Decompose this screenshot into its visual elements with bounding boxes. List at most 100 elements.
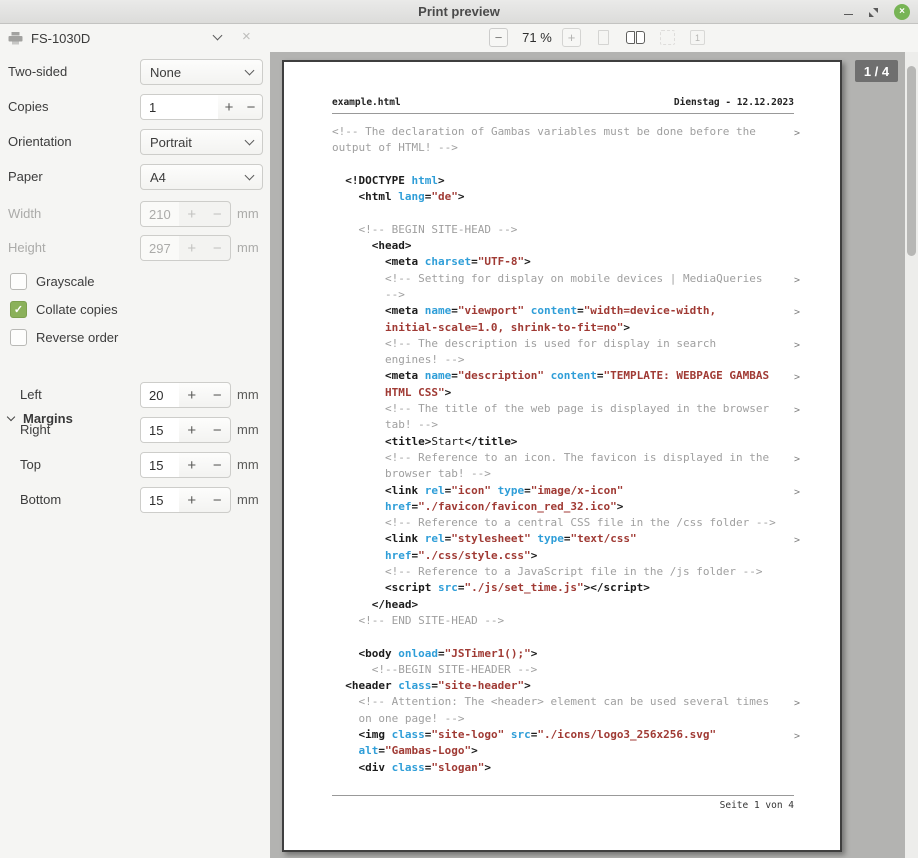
margin-bottom-input[interactable]: 15 xyxy=(141,488,179,512)
line-wrap-indicator-icon: > xyxy=(794,305,800,321)
minus-icon[interactable]: − xyxy=(205,383,231,407)
actual-size-button[interactable]: 1 xyxy=(688,28,707,47)
preview-scrollbar[interactable] xyxy=(905,52,918,858)
code-line: <!-- The description is used for display… xyxy=(332,336,794,352)
code-line: <!-- The title of the web page is displa… xyxy=(332,401,794,417)
orientation-label: Orientation xyxy=(8,129,72,155)
chevron-down-icon xyxy=(245,66,255,76)
code-line: href="./css/style.css"> xyxy=(332,548,794,564)
restore-icon[interactable] xyxy=(868,7,879,18)
margin-bottom-row: Bottom 15 + − mm xyxy=(8,487,266,513)
plus-icon[interactable]: + xyxy=(179,488,205,512)
plus-icon[interactable]: + xyxy=(179,383,205,407)
collate-copies-checkbox[interactable]: ✓ xyxy=(10,301,27,318)
height-label: Height xyxy=(8,235,46,261)
code-line: <link rel="icon" type="image/x-icon"> xyxy=(332,483,794,499)
titlebar: Print preview × xyxy=(0,0,918,24)
code-line: </head> xyxy=(332,597,794,613)
code-line: <title>Start</title> xyxy=(332,434,794,450)
paper-select[interactable]: A4 xyxy=(140,164,263,190)
code-line: <!--BEGIN SITE-HEADER --> xyxy=(332,662,794,678)
single-page-button[interactable] xyxy=(594,28,613,47)
height-row: Height 297 + − mm xyxy=(8,235,266,261)
paper-row: Paper A4 xyxy=(8,164,266,190)
preview-area: example.html Dienstag - 12.12.2023 <!-- … xyxy=(270,52,918,858)
zoom-in-button[interactable]: + xyxy=(562,28,581,47)
printer-icon xyxy=(8,32,23,45)
code-line: output of HTML! --> xyxy=(332,140,794,156)
code-line: <!-- Reference to a central CSS file in … xyxy=(332,515,794,531)
clear-printer-button[interactable]: × xyxy=(242,28,251,45)
code-line: <meta name="description" content="TEMPLA… xyxy=(332,368,794,384)
margin-right-input[interactable]: 15 xyxy=(141,418,179,442)
code-line xyxy=(332,157,794,173)
code-line: <head> xyxy=(332,238,794,254)
plus-icon[interactable]: + xyxy=(179,418,205,442)
minus-icon[interactable]: − xyxy=(240,95,262,119)
grayscale-checkbox[interactable] xyxy=(10,273,27,290)
width-row: Width 210 + − mm xyxy=(8,201,266,227)
orientation-select[interactable]: Portrait xyxy=(140,129,263,155)
margin-top-input[interactable]: 15 xyxy=(141,453,179,477)
margin-top-spinbox: 15 + − xyxy=(140,452,231,478)
paper-value: A4 xyxy=(150,170,166,185)
close-button[interactable]: × xyxy=(894,4,910,20)
margin-bottom-spinbox: 15 + − xyxy=(140,487,231,513)
printer-select[interactable]: FS-1030D xyxy=(8,24,90,52)
code-line xyxy=(332,629,794,645)
code-line xyxy=(332,205,794,221)
reverse-order-label: Reverse order xyxy=(36,330,118,345)
orientation-value: Portrait xyxy=(150,135,192,150)
window-title: Print preview xyxy=(418,4,500,19)
code-line: initial-scale=1.0, shrink-to-fit=no"> xyxy=(332,320,794,336)
code-line: <body onload="JSTimer1();"> xyxy=(332,646,794,662)
plus-icon[interactable]: + xyxy=(218,95,240,119)
minus-icon[interactable]: − xyxy=(205,418,231,442)
facing-pages-button[interactable] xyxy=(623,28,647,47)
line-wrap-indicator-icon: > xyxy=(794,729,800,745)
code-line: <div class="slogan"> xyxy=(332,760,794,776)
sidebar: Two-sided None Copies 1 + − Orientation … xyxy=(0,52,270,858)
minimize-icon[interactable] xyxy=(844,14,853,15)
width-spinbox: 210 + − xyxy=(140,201,231,227)
margin-left-input[interactable]: 20 xyxy=(141,383,179,407)
code-line: alt="Gambas-Logo"> xyxy=(332,743,794,759)
two-sided-select[interactable]: None xyxy=(140,59,263,85)
code-line: <!DOCTYPE html> xyxy=(332,173,794,189)
copies-label: Copies xyxy=(8,94,48,120)
code-line: browser tab! --> xyxy=(332,466,794,482)
margin-bottom-label: Bottom xyxy=(20,487,61,513)
line-wrap-indicator-icon: > xyxy=(794,485,800,501)
line-wrap-indicator-icon: > xyxy=(794,370,800,386)
plus-icon: + xyxy=(179,236,205,260)
width-unit: mm xyxy=(237,201,259,227)
grayscale-row: Grayscale xyxy=(10,272,260,290)
margin-top-unit: mm xyxy=(237,452,259,478)
paper-label: Paper xyxy=(8,164,43,190)
zoom-out-button[interactable]: − xyxy=(489,28,508,47)
plus-icon[interactable]: + xyxy=(179,453,205,477)
height-unit: mm xyxy=(237,235,259,261)
minus-icon[interactable]: − xyxy=(205,488,231,512)
fit-page-button[interactable] xyxy=(658,28,677,47)
margin-right-spinbox: 15 + − xyxy=(140,417,231,443)
code-line: href="./favicon/favicon_red_32.ico"> xyxy=(332,499,794,515)
minus-icon[interactable]: − xyxy=(205,453,231,477)
scrollbar-thumb[interactable] xyxy=(907,66,916,256)
zoom-level: 71 % xyxy=(516,30,558,45)
margin-right-label: Right xyxy=(20,417,50,443)
page-badge: 1 / 4 xyxy=(855,60,898,82)
code-line: tab! --> xyxy=(332,417,794,433)
code-line: --> xyxy=(332,287,794,303)
collate-copies-label: Collate copies xyxy=(36,302,118,317)
copies-input[interactable]: 1 xyxy=(141,95,218,119)
chevron-down-icon xyxy=(245,136,255,146)
code-line: <!-- Reference to a JavaScript file in t… xyxy=(332,564,794,580)
code-line: <!-- Reference to an icon. The favicon i… xyxy=(332,450,794,466)
footer-rule xyxy=(332,795,794,796)
grayscale-label: Grayscale xyxy=(36,274,95,289)
chevron-down-icon[interactable] xyxy=(213,31,223,41)
reverse-order-checkbox[interactable] xyxy=(10,329,27,346)
code-line: <!-- The declaration of Gambas variables… xyxy=(332,124,794,140)
width-label: Width xyxy=(8,201,41,227)
